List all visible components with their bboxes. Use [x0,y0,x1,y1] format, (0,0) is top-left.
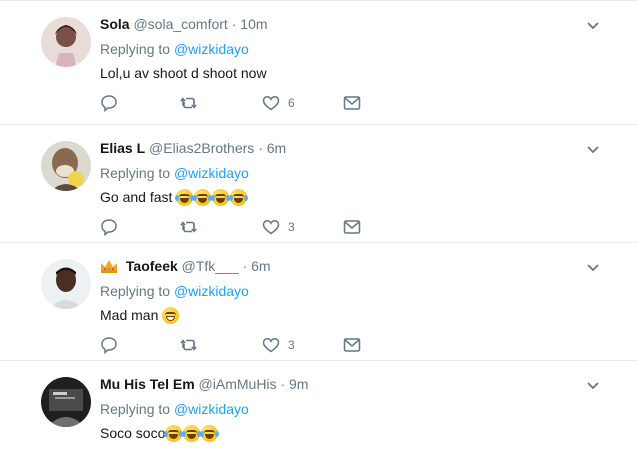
separator: · [242,258,248,274]
mention-link[interactable]: @wizkidayo [174,401,249,417]
reply-icon [101,219,117,236]
tears-of-joy-emoji-icon [211,189,231,206]
avatar[interactable] [41,377,91,427]
heart-icon [262,338,280,353]
separator: · [280,376,286,392]
tears-of-joy-emoji-icon [164,425,184,442]
replying-to: Replying to @wizkidayo [100,283,249,299]
tweet-text: Soco soco [100,425,220,442]
heart-icon [262,220,280,235]
display-name[interactable]: Elias L [100,140,145,156]
reply-button[interactable] [100,217,118,237]
tweet-text-content: Soco soco [100,425,166,441]
tweet-text-content: Go and fast [100,189,173,205]
display-name[interactable]: Mu His Tel Em [100,376,195,392]
retweet-button[interactable] [180,93,198,113]
tweet-header: Elias L @Elias2Brothers · 6m [100,140,286,156]
tweet-header: Mu His Tel Em @iAmMuHis · 9m [100,376,308,392]
timestamp[interactable]: 6m [267,140,286,156]
like-button[interactable]: 3 [262,335,295,355]
tweet-text-content: Lol,u av shoot d shoot now [100,65,267,81]
tweet-text: Lol,u av shoot d shoot now [100,65,267,81]
tears-of-joy-emoji-icon [200,425,220,442]
envelope-icon [343,96,361,110]
tweet[interactable]: Taofeek @Tfk___ · 6m Replying to @wizkid… [0,242,638,360]
crown-icon [101,260,117,273]
message-button[interactable] [343,335,361,355]
tweet-text-content: Mad man [100,307,159,323]
grinning-face-emoji-icon [162,307,180,324]
retweet-button[interactable] [180,335,198,355]
tweet-header: Taofeek @Tfk___ · 6m [100,258,271,274]
tears-of-joy-emoji-icon [182,425,202,442]
reply-button[interactable] [100,335,118,355]
like-button[interactable]: 6 [262,93,295,113]
tweet-actions: 3 [100,217,370,237]
heart-icon [262,96,280,111]
replying-to: Replying to @wizkidayo [100,401,249,417]
retweet-icon [180,221,197,233]
chevron-down-icon[interactable] [585,141,601,157]
retweet-icon [180,97,197,109]
tweet-text: Mad man [100,307,180,324]
emoji-group [175,189,249,206]
message-button[interactable] [343,217,361,237]
timestamp[interactable]: 10m [240,16,267,32]
envelope-icon [343,338,361,352]
user-handle[interactable]: @Tfk___ [182,258,239,274]
avatar[interactable] [41,259,91,309]
chevron-down-icon[interactable] [585,17,601,33]
tweet[interactable]: Elias L @Elias2Brothers · 6m Replying to… [0,124,638,242]
tweet[interactable]: Sola @sola_comfort · 10m Replying to @wi… [0,0,638,124]
user-handle[interactable]: @iAmMuHis [199,376,277,392]
display-name[interactable]: Sola [100,16,130,32]
tears-of-joy-emoji-icon [175,189,195,206]
avatar[interactable] [41,141,91,191]
like-count: 3 [288,338,295,352]
avatar[interactable] [41,17,91,67]
mention-link[interactable]: @wizkidayo [174,165,249,181]
reply-icon [101,95,117,112]
reply-button[interactable] [100,93,118,113]
reply-feed: Sola @sola_comfort · 10m Replying to @wi… [0,0,638,450]
display-name[interactable]: Taofeek [126,258,178,274]
retweet-button[interactable] [180,217,198,237]
mention-link[interactable]: @wizkidayo [174,41,249,57]
replying-to-label: Replying to [100,41,171,57]
tweet-actions: 3 [100,335,370,355]
retweet-icon [180,339,197,351]
separator: · [258,140,263,156]
user-handle[interactable]: @sola_comfort [133,16,227,32]
reply-icon [101,337,117,354]
like-count: 6 [288,96,295,110]
timestamp[interactable]: 6m [251,258,270,274]
separator: · [231,16,237,32]
tweet-header: Sola @sola_comfort · 10m [100,16,268,32]
mention-link[interactable]: @wizkidayo [174,283,249,299]
like-button[interactable]: 3 [262,217,295,237]
replying-to-label: Replying to [100,165,171,181]
tweet-actions: 6 [100,93,370,113]
tweet-text: Go and fast [100,189,249,206]
replying-to-label: Replying to [100,401,171,417]
replying-to-label: Replying to [100,283,171,299]
emoji-group [164,425,220,442]
timestamp[interactable]: 9m [289,376,308,392]
tears-of-joy-emoji-icon [229,189,249,206]
user-handle[interactable]: @Elias2Brothers [149,140,254,156]
chevron-down-icon[interactable] [585,377,601,393]
replying-to: Replying to @wizkidayo [100,165,249,181]
replying-to: Replying to @wizkidayo [100,41,249,57]
chevron-down-icon[interactable] [585,259,601,275]
message-button[interactable] [343,93,361,113]
tweet[interactable]: Mu His Tel Em @iAmMuHis · 9m Replying to… [0,360,638,450]
tears-of-joy-emoji-icon [193,189,213,206]
like-count: 3 [288,220,295,234]
envelope-icon [343,220,361,234]
